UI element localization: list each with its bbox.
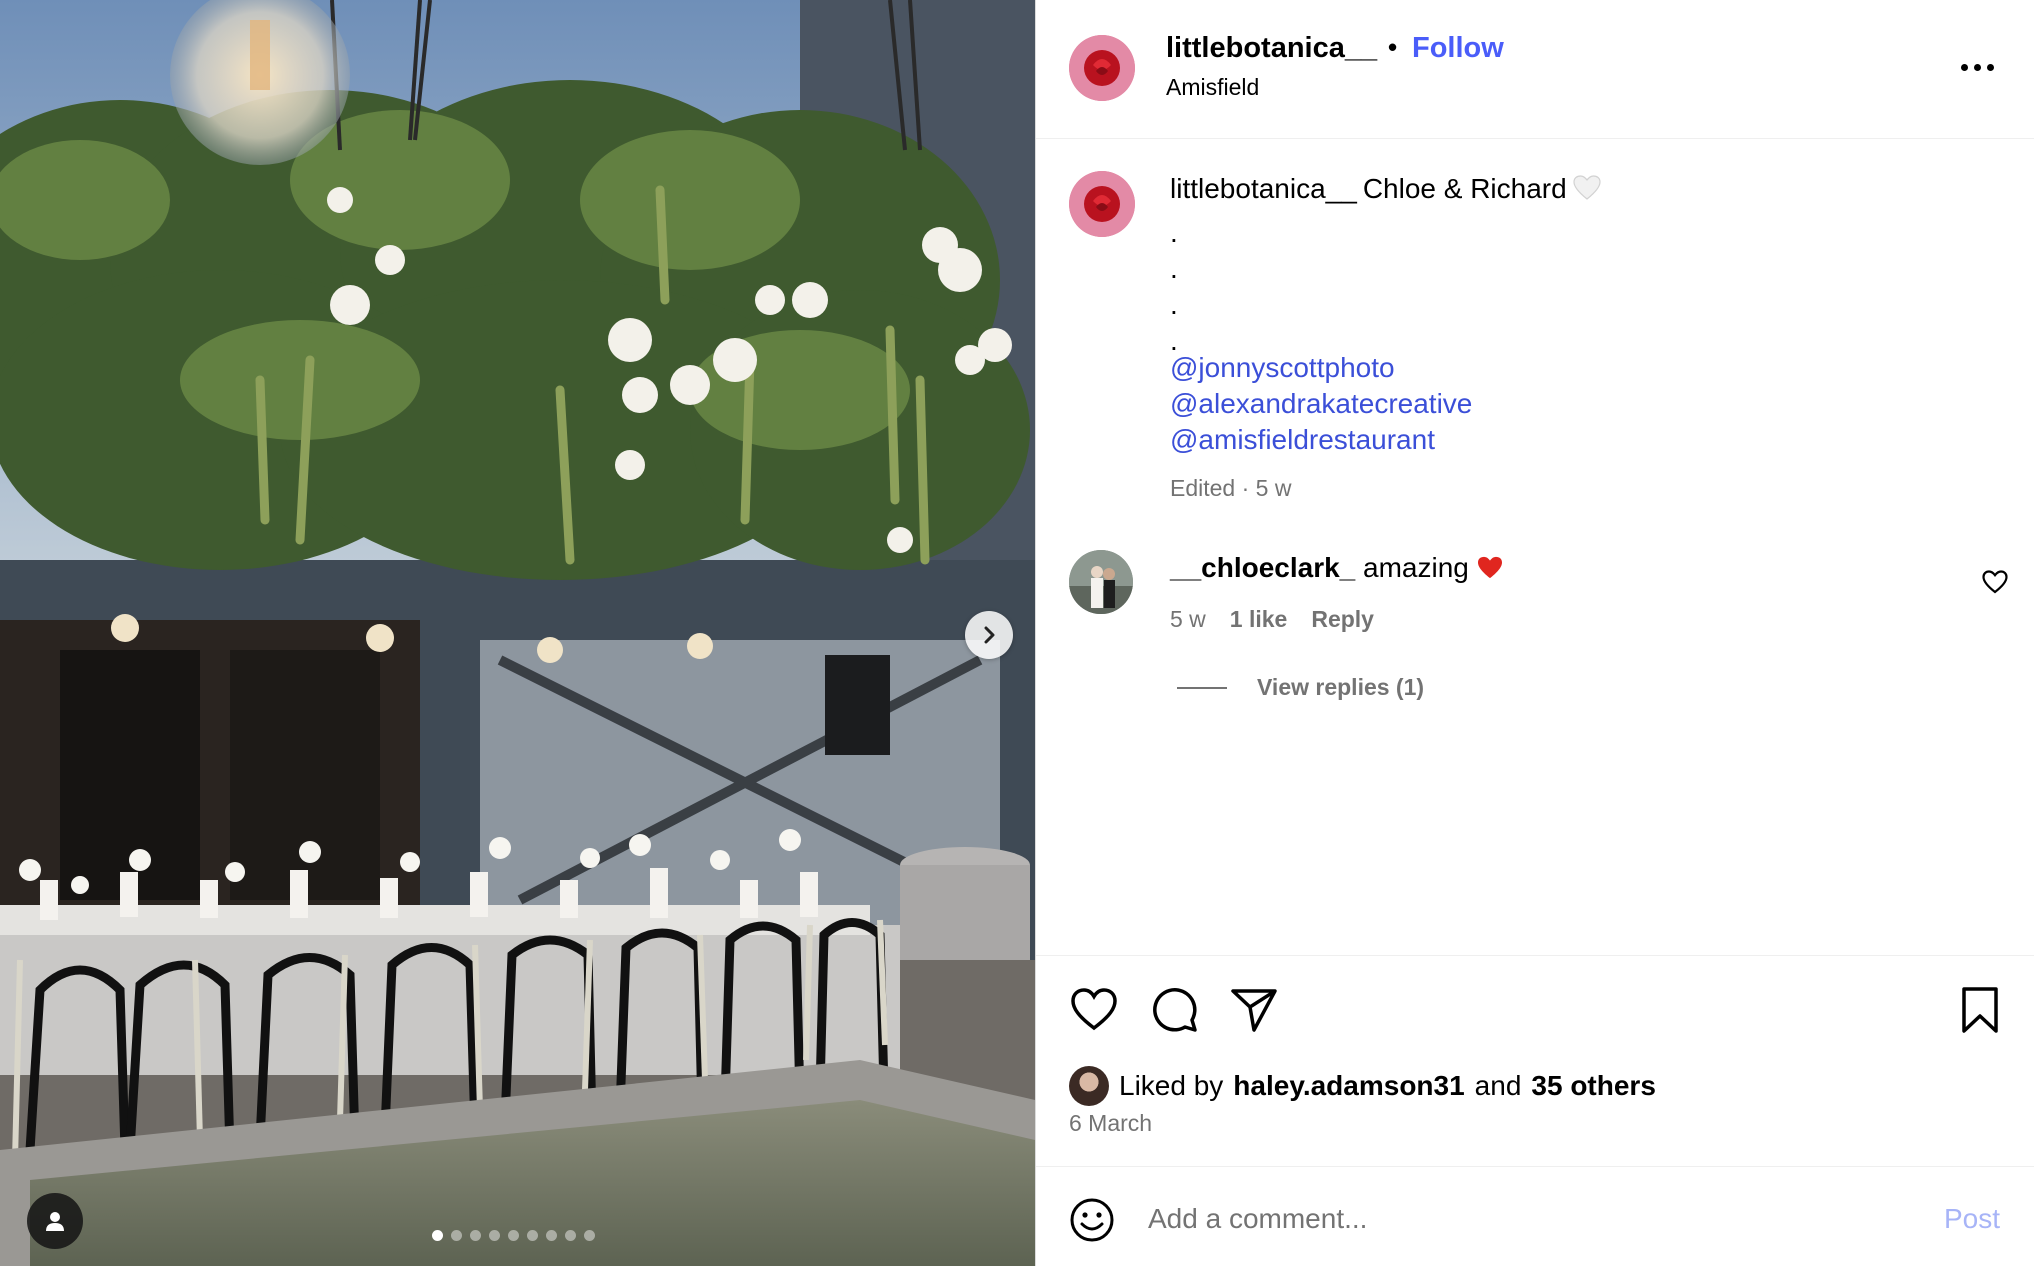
heart-outline-icon[interactable] [1981, 568, 2009, 596]
caption-dot: . [1170, 289, 1178, 320]
carousel-dot [451, 1229, 462, 1241]
carousel-dot [432, 1229, 443, 1241]
heart-icon[interactable] [1069, 985, 1119, 1035]
mention-link[interactable]: @jonnyscottphoto [1170, 352, 1395, 384]
chevron-right-icon [984, 626, 995, 644]
comment-item: __chloeclark_ amazing 5 w 1 like Reply V… [1036, 550, 2034, 710]
liked-by: Liked by haley.adamson31 and 35 others [1069, 1066, 1656, 1106]
post-actions: Liked by haley.adamson31 and 35 others 6… [1036, 955, 2034, 1136]
author-avatar[interactable] [1069, 35, 1135, 101]
liked-user[interactable]: haley.adamson31 [1233, 1070, 1464, 1102]
view-replies-button[interactable]: View replies (1) [1177, 674, 1424, 701]
carousel-dot [565, 1229, 576, 1241]
rose-icon [1069, 35, 1135, 101]
liked-others[interactable]: 35 others [1531, 1070, 1656, 1102]
header-separator: • [1388, 32, 1398, 62]
mention-link[interactable]: @amisfieldrestaurant [1170, 424, 1435, 456]
tagged-users-button[interactable] [27, 1193, 83, 1249]
caption-author-avatar[interactable] [1069, 171, 1135, 237]
caption-meta: Edited · 5 w [1170, 475, 1292, 501]
rose-icon [1069, 171, 1135, 237]
share-icon[interactable] [1229, 985, 1279, 1035]
comment-composer: Post [1036, 1166, 2034, 1266]
bookmark-icon[interactable] [1955, 985, 2005, 1035]
wedding-table-photo [0, 0, 1035, 1266]
author-username[interactable]: littlebotanica__ [1166, 32, 1377, 65]
view-replies-label: View replies (1) [1257, 674, 1425, 700]
comment-meta: 5 w 1 like Reply [1170, 606, 1374, 633]
next-slide-button[interactable] [965, 611, 1013, 659]
commenter-avatar[interactable] [1069, 550, 1133, 614]
follow-button[interactable]: Follow [1412, 32, 1504, 65]
carousel-dot [470, 1229, 481, 1241]
couple-photo-icon [1069, 550, 1133, 614]
replies-divider [1177, 686, 1227, 689]
comment-icon[interactable] [1149, 985, 1199, 1035]
caption-dot: . [1170, 217, 1178, 248]
reply-button[interactable]: Reply [1311, 606, 1374, 633]
post-media[interactable] [0, 0, 1035, 1266]
post-button[interactable]: Post [1944, 1203, 2000, 1235]
liked-prefix: Liked by [1119, 1070, 1224, 1101]
post-details-panel: littlebotanica__ • Follow Amisfield litt… [1035, 0, 2036, 1266]
post-header: littlebotanica__ • Follow Amisfield [1036, 0, 2034, 139]
comment-text: amazing [1363, 552, 1469, 583]
carousel-dots [432, 1228, 595, 1242]
caption-dot: . [1170, 253, 1178, 284]
red-heart-icon [1477, 555, 1503, 587]
post-location[interactable]: Amisfield [1166, 74, 1259, 101]
comment-line: __chloeclark_ amazing [1170, 552, 1503, 587]
caption-dot: . [1170, 325, 1178, 356]
carousel-dot [489, 1229, 500, 1241]
liker-avatar[interactable] [1069, 1066, 1109, 1106]
comment-input[interactable] [1148, 1193, 1848, 1245]
carousel-dot [546, 1229, 557, 1241]
comment-username[interactable]: __chloeclark_ [1170, 552, 1355, 583]
carousel-dot [527, 1229, 538, 1241]
carousel-dot [584, 1229, 595, 1241]
comment-time: 5 w [1170, 606, 1206, 632]
user-icon [46, 1212, 64, 1231]
post-date[interactable]: 6 March [1069, 1110, 1152, 1137]
white-heart-icon [1573, 175, 1601, 208]
emoji-icon[interactable] [1069, 1197, 1115, 1243]
caption-first-line: littlebotanica__ Chloe & Richard [1170, 173, 1601, 208]
liked-and: and [1474, 1070, 1522, 1101]
caption-text: Chloe & Richard [1362, 173, 1567, 204]
comment-likes[interactable]: 1 like [1230, 606, 1288, 633]
caption-username[interactable]: littlebotanica__ [1170, 173, 1357, 204]
carousel-dot [508, 1229, 519, 1241]
mention-link[interactable]: @alexandrakatecreative [1170, 388, 1472, 420]
more-options-icon[interactable] [1961, 52, 1997, 82]
